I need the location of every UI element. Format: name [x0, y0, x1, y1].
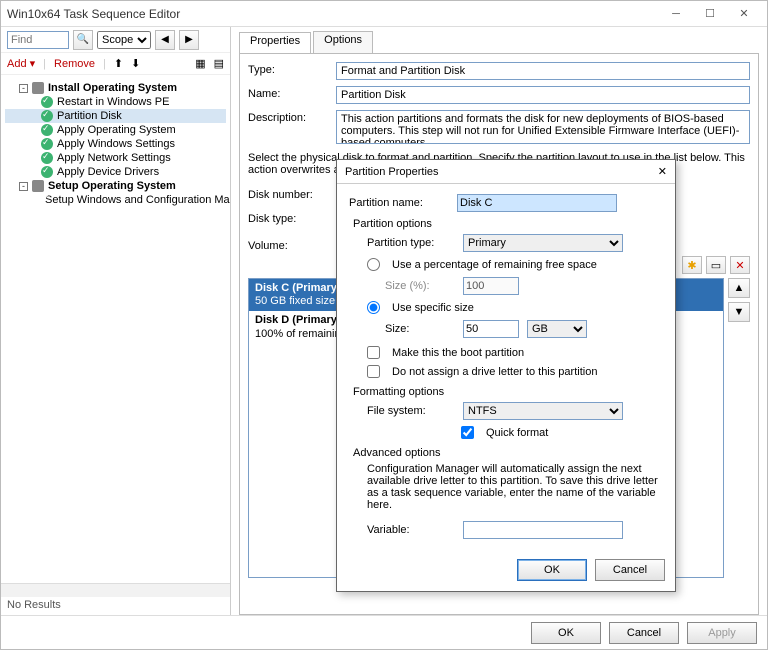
partition-type-select[interactable]: Primary	[463, 234, 623, 252]
tree-item[interactable]: Apply Device Drivers	[5, 165, 226, 179]
tab-properties[interactable]: Properties	[239, 32, 311, 54]
filesystem-label: File system:	[367, 405, 455, 417]
use-percent-label: Use a percentage of remaining free space	[392, 259, 597, 271]
boot-partition-label: Make this the boot partition	[392, 347, 524, 359]
tool-icon-2[interactable]: ▤	[214, 57, 224, 70]
no-drive-letter-checkbox[interactable]	[367, 365, 380, 378]
size-label: Size:	[385, 323, 455, 335]
tree-scrollbar[interactable]	[1, 583, 230, 597]
filesystem-select[interactable]: NTFS	[463, 402, 623, 420]
move-down-icon[interactable]: ⬇	[131, 57, 140, 70]
formatting-label: Formatting options	[353, 386, 663, 398]
partition-name-label: Partition name:	[349, 197, 449, 209]
partition-name-field[interactable]	[457, 194, 617, 212]
advanced-label: Advanced options	[353, 447, 663, 459]
gear-icon	[32, 82, 44, 94]
boot-partition-checkbox[interactable]	[367, 346, 380, 359]
command-bar: Add ▾ | Remove | ⬆ ⬇ ▦ ▤	[1, 53, 230, 75]
check-icon	[41, 110, 53, 122]
quick-format-checkbox[interactable]	[461, 426, 474, 439]
delete-volume-icon[interactable]: ✕	[730, 256, 750, 274]
desc-field[interactable]: This action partitions and formats the d…	[336, 110, 750, 144]
tree-group-install[interactable]: - Install Operating System	[5, 81, 226, 95]
tab-strip: Properties Options	[239, 31, 759, 53]
add-button[interactable]: Add ▾	[7, 57, 35, 70]
use-specific-radio[interactable]	[367, 301, 380, 314]
no-drive-letter-label: Do not assign a drive letter to this par…	[392, 366, 597, 378]
tree-group-setup[interactable]: - Setup Operating System	[5, 179, 226, 193]
tree-item[interactable]: Apply Windows Settings	[5, 137, 226, 151]
disk-type-label: Disk type:	[248, 213, 328, 225]
left-pane: 🔍 Scope ◀ ▶ Add ▾ | Remove | ⬆ ⬇ ▦ ▤ -	[1, 27, 231, 615]
titlebar: Win10x64 Task Sequence Editor ─ ☐ ✕	[1, 1, 767, 27]
check-icon	[41, 138, 53, 150]
size-unit-select[interactable]: GB	[527, 320, 587, 338]
properties-icon[interactable]: ▭	[706, 256, 726, 274]
footer-buttons: OK Cancel Apply	[1, 615, 767, 649]
ok-button[interactable]: OK	[531, 622, 601, 644]
tool-icon-1[interactable]: ▦	[195, 57, 205, 70]
size-percent-label: Size (%):	[385, 280, 455, 292]
dialog-close-icon[interactable]: ✕	[658, 165, 667, 178]
use-specific-label: Use specific size	[392, 302, 474, 314]
no-results-label: No Results	[1, 597, 230, 615]
desc-label: Description:	[248, 110, 328, 124]
type-label: Type:	[248, 62, 328, 76]
size-percent-field	[463, 277, 519, 295]
dialog-cancel-button[interactable]: Cancel	[595, 559, 665, 581]
name-field[interactable]	[336, 86, 750, 104]
size-field[interactable]	[463, 320, 519, 338]
variable-field[interactable]	[463, 521, 623, 539]
type-field	[336, 62, 750, 80]
tree-item[interactable]: Apply Network Settings	[5, 151, 226, 165]
advanced-text: Configuration Manager will automatically…	[349, 463, 663, 511]
vol-down-icon[interactable]: ▼	[728, 302, 750, 322]
maximize-button[interactable]: ☐	[693, 1, 727, 26]
scope-select[interactable]: Scope	[97, 31, 151, 49]
tree-item[interactable]: Apply Operating System	[5, 123, 226, 137]
disk-number-label: Disk number:	[248, 189, 328, 201]
expander-icon[interactable]: -	[19, 84, 28, 93]
tree-item[interactable]: Restart in Windows PE	[5, 95, 226, 109]
check-icon	[41, 166, 53, 178]
check-icon	[41, 96, 53, 108]
check-icon	[41, 124, 53, 136]
vol-up-icon[interactable]: ▲	[728, 278, 750, 298]
check-icon	[41, 152, 53, 164]
dialog-ok-button[interactable]: OK	[517, 559, 587, 581]
close-button[interactable]: ✕	[727, 1, 761, 26]
partition-type-label: Partition type:	[367, 237, 455, 249]
tree-item-selected[interactable]: Partition Disk	[5, 109, 226, 123]
variable-label: Variable:	[367, 524, 455, 536]
remove-button[interactable]: Remove	[54, 58, 95, 70]
use-percent-radio[interactable]	[367, 258, 380, 271]
new-volume-icon[interactable]: ✱	[682, 256, 702, 274]
partition-options-label: Partition options	[353, 218, 663, 230]
dialog-titlebar[interactable]: Partition Properties ✕	[337, 160, 675, 184]
find-toolbar: 🔍 Scope ◀ ▶	[1, 27, 230, 53]
tab-options[interactable]: Options	[313, 31, 373, 53]
main-window: Win10x64 Task Sequence Editor ─ ☐ ✕ 🔍 Sc…	[0, 0, 768, 650]
move-up-icon[interactable]: ⬆	[114, 57, 123, 70]
expander-icon[interactable]: -	[19, 182, 28, 191]
cancel-button[interactable]: Cancel	[609, 622, 679, 644]
minimize-button[interactable]: ─	[659, 1, 693, 26]
quick-format-label: Quick format	[486, 427, 548, 439]
search-icon[interactable]: 🔍	[73, 30, 93, 50]
name-label: Name:	[248, 86, 328, 100]
tree-item[interactable]: Setup Windows and Configuration Manager	[5, 193, 226, 207]
find-input[interactable]	[7, 31, 69, 49]
partition-properties-dialog: Partition Properties ✕ Partition name: P…	[336, 159, 676, 592]
window-title: Win10x64 Task Sequence Editor	[7, 7, 659, 21]
gear-icon	[32, 180, 44, 192]
dialog-title: Partition Properties	[345, 166, 658, 178]
next-button[interactable]: ▶	[179, 30, 199, 50]
prev-button[interactable]: ◀	[155, 30, 175, 50]
task-tree[interactable]: - Install Operating System Restart in Wi…	[1, 75, 230, 583]
apply-button: Apply	[687, 622, 757, 644]
